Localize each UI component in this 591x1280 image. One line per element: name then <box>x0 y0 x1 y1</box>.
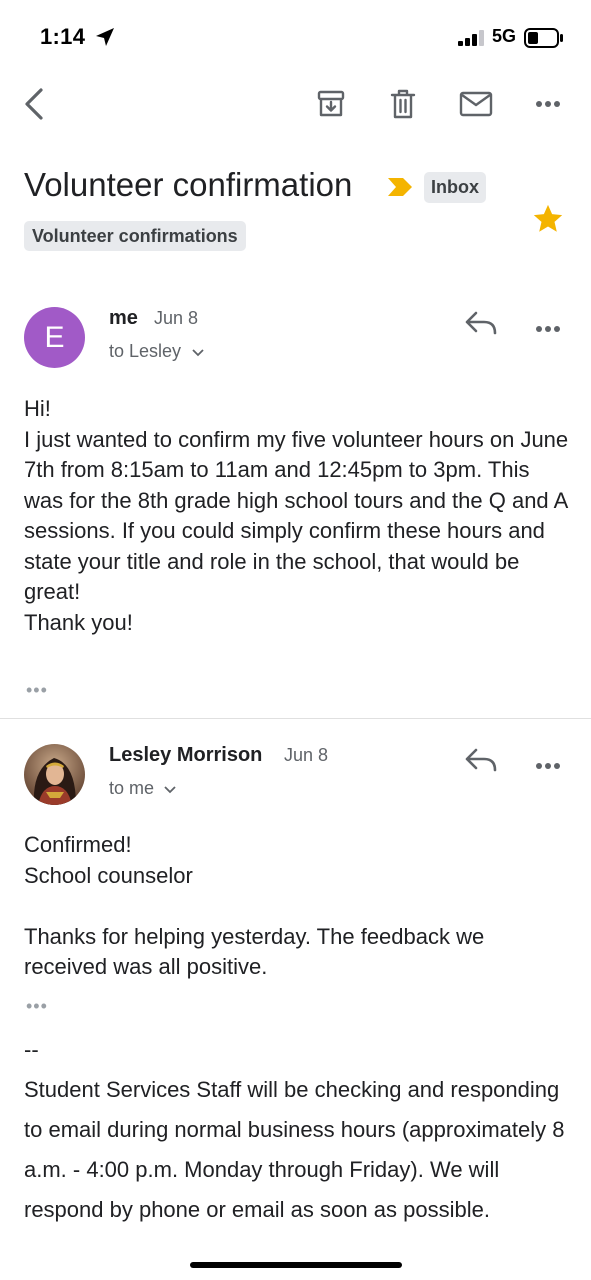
recipients-toggle[interactable]: to me <box>109 778 177 799</box>
sender-name: me <box>109 307 138 329</box>
email-signature: -- Student Services Staff will be checki… <box>24 1037 565 1222</box>
more-options-icon[interactable] <box>528 84 568 124</box>
importance-marker-icon[interactable] <box>386 176 414 198</box>
archive-icon[interactable] <box>311 84 351 124</box>
cellular-signal-icon <box>458 30 484 46</box>
show-trimmed-content[interactable]: ••• <box>26 680 48 701</box>
star-icon[interactable] <box>531 202 565 236</box>
back-arrow-icon[interactable] <box>14 84 54 124</box>
divider <box>0 718 591 719</box>
recipients-text: to me <box>109 778 155 798</box>
message-more-icon[interactable] <box>535 320 561 338</box>
reply-icon[interactable] <box>464 747 498 780</box>
avatar[interactable]: E <box>24 307 85 368</box>
message-more-icon[interactable] <box>535 757 561 775</box>
email-subject: Volunteer confirmation <box>24 166 353 203</box>
battery-icon <box>524 28 563 48</box>
sender-name: Lesley Morrison <box>109 744 263 766</box>
status-time: 1:14 <box>40 24 86 49</box>
home-indicator[interactable] <box>190 1262 402 1268</box>
mark-unread-icon[interactable] <box>456 84 496 124</box>
message-body: Hi! I just wanted to confirm my five vol… <box>24 396 569 635</box>
label-chip-volunteer[interactable]: Volunteer confirmations <box>24 221 246 251</box>
delete-icon[interactable] <box>383 84 423 124</box>
reply-icon[interactable] <box>464 310 498 343</box>
chevron-down-icon <box>164 786 177 794</box>
recipients-toggle[interactable]: to Lesley <box>109 341 204 362</box>
network-type: 5G <box>492 26 517 46</box>
message-date: Jun 8 <box>154 308 199 328</box>
show-trimmed-content[interactable]: ••• <box>26 996 48 1017</box>
avatar-photo[interactable] <box>24 744 85 805</box>
message-body: Confirmed! School counselor Thanks for h… <box>24 832 485 979</box>
message-date: Jun 8 <box>284 745 329 765</box>
chevron-down-icon <box>191 349 204 357</box>
recipients-text: to Lesley <box>109 341 182 361</box>
label-chip-inbox[interactable]: Inbox <box>424 172 486 203</box>
location-arrow-icon <box>96 28 114 46</box>
